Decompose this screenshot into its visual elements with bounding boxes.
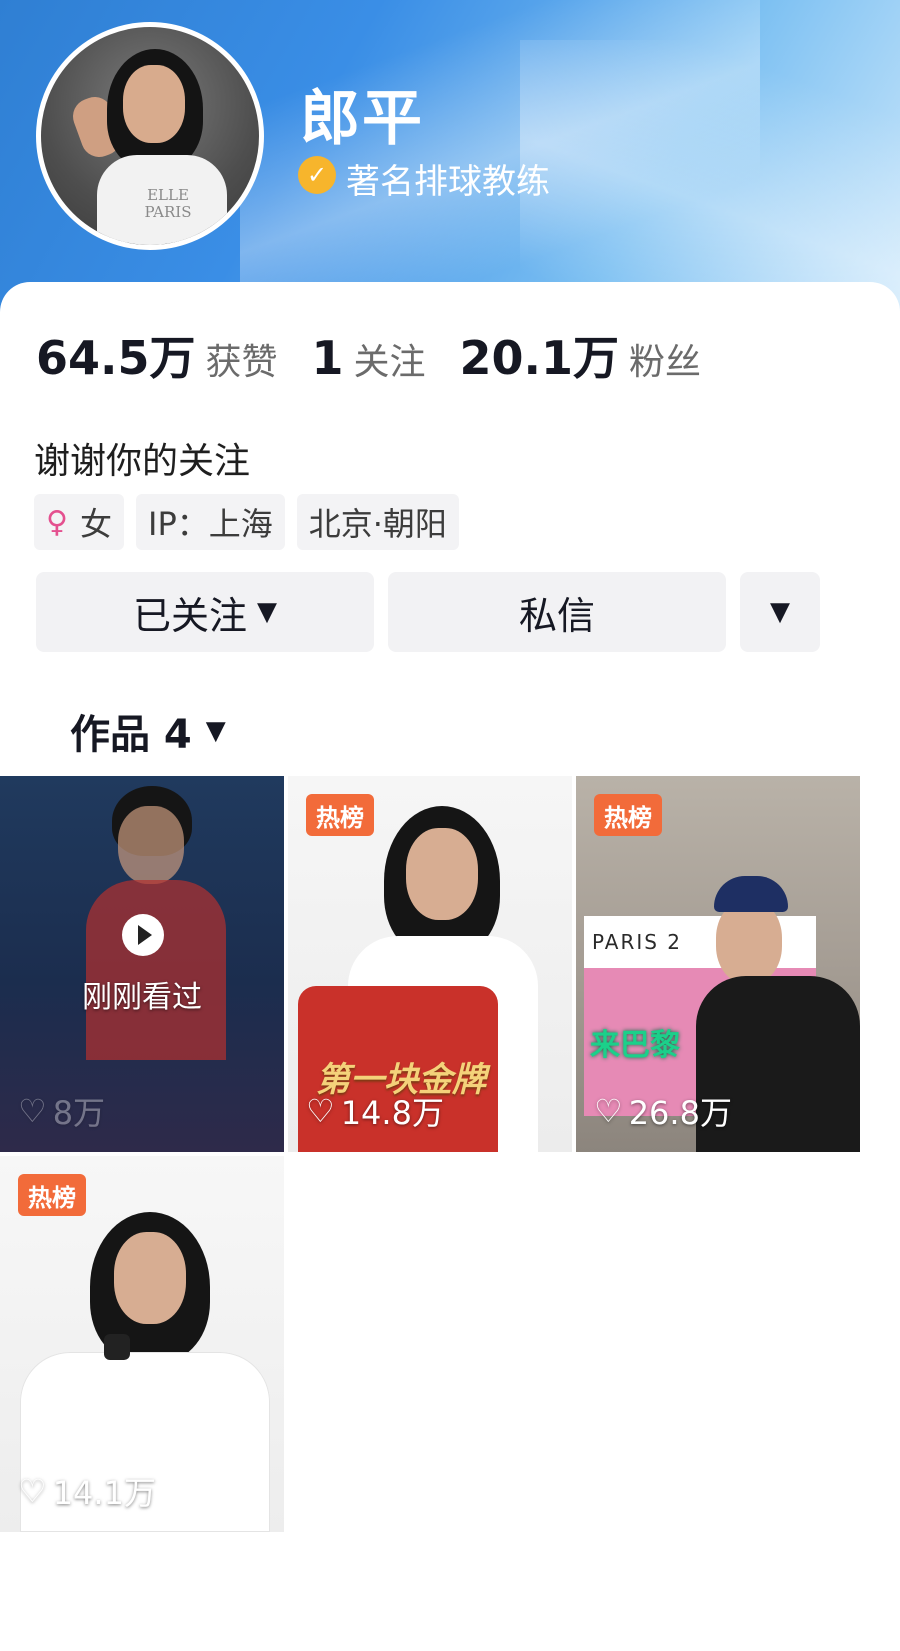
video-likes: ♡ 14.8万 bbox=[306, 1088, 444, 1134]
recently-watched-label: 刚刚看过 bbox=[82, 980, 202, 1015]
video-overlay-text: 来巴黎 bbox=[590, 1028, 680, 1063]
ip-tag: IP：上海 bbox=[136, 494, 285, 550]
following-label[interactable]: 关注 bbox=[354, 333, 426, 385]
video-tile[interactable]: PARIS 2 来巴黎 热榜 ♡ 26.8万 bbox=[576, 776, 860, 1152]
video-tile[interactable]: 第一块金牌 热榜 ♡ 14.8万 bbox=[288, 776, 572, 1152]
hot-badge: 热榜 bbox=[594, 794, 662, 836]
caret-down-icon: ▼ bbox=[257, 597, 277, 627]
video-thumbnail-person bbox=[114, 1232, 186, 1324]
video-thumbnail-person bbox=[716, 900, 782, 984]
profile-card: 64.5万 获赞 1 关注 20.1万 粉丝 谢谢你的关注 ♀ 女 IP：上海 … bbox=[0, 282, 900, 1651]
caret-down-icon: ▼ bbox=[205, 716, 226, 746]
action-buttons: 已关注 ▼ 私信 ▼ bbox=[36, 572, 820, 652]
followed-button[interactable]: 已关注 ▼ bbox=[36, 572, 374, 652]
heart-icon: ♡ bbox=[18, 1092, 47, 1130]
more-button[interactable]: ▼ bbox=[740, 572, 820, 652]
video-likes: ♡ 14.1万 bbox=[18, 1468, 156, 1514]
video-likes-count: 14.8万 bbox=[340, 1094, 444, 1132]
heart-icon: ♡ bbox=[306, 1092, 335, 1130]
works-label: 作品 4 bbox=[70, 712, 192, 758]
following-count[interactable]: 1 bbox=[312, 331, 344, 385]
avatar-face bbox=[123, 65, 185, 143]
message-button[interactable]: 私信 bbox=[388, 572, 726, 652]
profile-tags: ♀ 女 IP：上海 北京·朝阳 bbox=[34, 494, 459, 550]
avatar-shirt-logo: ELLE PARIS bbox=[144, 186, 192, 221]
profile-header: ELLE PARIS 郎平 ✓ 著名排球教练 bbox=[0, 0, 900, 330]
message-label: 私信 bbox=[518, 593, 595, 638]
followers-count[interactable]: 20.1万 bbox=[460, 322, 620, 388]
stats-row: 64.5万 获赞 1 关注 20.1万 粉丝 bbox=[36, 322, 735, 388]
female-icon: ♀ bbox=[46, 504, 68, 540]
video-likes: ♡ 26.8万 bbox=[594, 1088, 732, 1134]
video-thumbnail-person bbox=[86, 880, 226, 1060]
works-tab[interactable]: 作品 4 ▼ bbox=[70, 702, 226, 760]
likes-count: 64.5万 bbox=[36, 331, 196, 385]
video-likes-count: 8万 bbox=[52, 1094, 106, 1132]
ip-label: IP：上海 bbox=[148, 505, 273, 543]
heart-icon: ♡ bbox=[594, 1092, 623, 1130]
video-thumbnail-person bbox=[406, 828, 478, 920]
video-tile[interactable]: 刚刚看过 ♡ 8万 bbox=[0, 776, 284, 1152]
likes-label: 获赞 bbox=[205, 342, 278, 383]
video-tile[interactable]: 热榜 ♡ 14.1万 bbox=[0, 1156, 284, 1532]
caret-down-icon: ▼ bbox=[770, 597, 790, 627]
cap-graphic bbox=[714, 876, 788, 912]
play-icon bbox=[122, 914, 164, 956]
video-likes-count: 14.1万 bbox=[52, 1474, 156, 1512]
video-thumbnail-person bbox=[118, 806, 184, 884]
followed-label: 已关注 bbox=[132, 593, 247, 638]
avatar[interactable]: ELLE PARIS bbox=[36, 22, 264, 250]
profile-name: 郎平 bbox=[300, 84, 424, 154]
video-likes-count: 26.8万 bbox=[628, 1094, 732, 1132]
gender-label: 女 bbox=[79, 505, 112, 543]
profile-bio: 谢谢你的关注 bbox=[34, 441, 251, 482]
verified-label: 著名排球教练 bbox=[346, 162, 550, 202]
location-tag: 北京·朝阳 bbox=[296, 494, 459, 550]
hot-badge: 热榜 bbox=[306, 794, 374, 836]
hot-badge: 热榜 bbox=[18, 1174, 86, 1216]
microphone-icon bbox=[104, 1334, 130, 1360]
location-label: 北京·朝阳 bbox=[308, 505, 447, 543]
followers-label[interactable]: 粉丝 bbox=[629, 333, 701, 385]
check-icon: ✓ bbox=[298, 156, 336, 194]
video-likes: ♡ 8万 bbox=[18, 1088, 105, 1134]
heart-icon: ♡ bbox=[18, 1472, 47, 1510]
gender-tag: ♀ 女 bbox=[34, 494, 124, 550]
